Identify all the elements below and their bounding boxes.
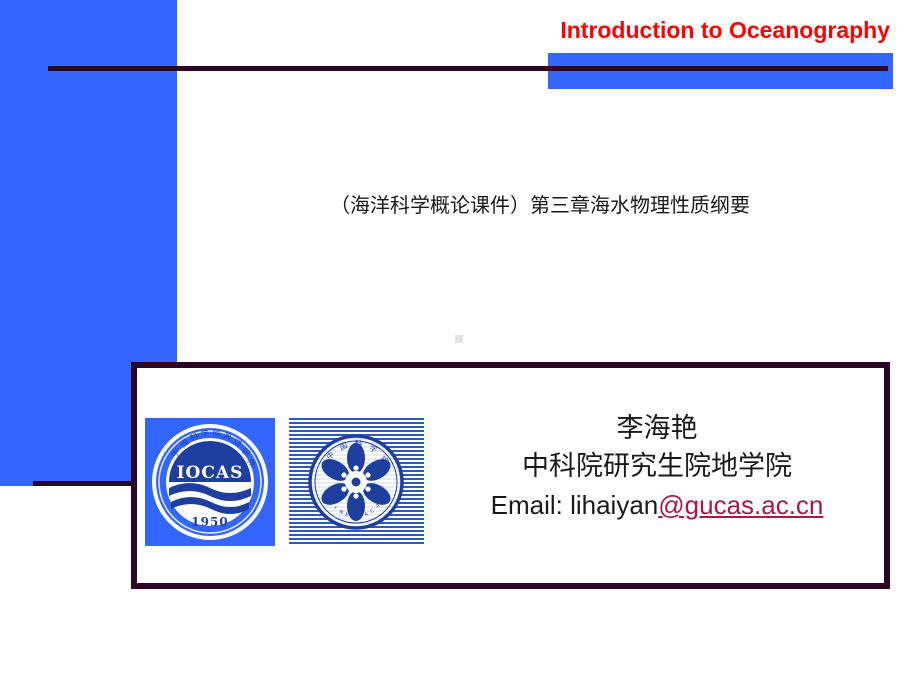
svg-text:科: 科 — [355, 438, 363, 448]
author-text-block: 李海艳 中科院研究生院地学院 Email: lihaiyan@gucas.ac.… — [437, 410, 877, 524]
svg-text:海: 海 — [223, 430, 233, 441]
svg-text:S: S — [351, 514, 354, 520]
svg-text:IOCAS: IOCAS — [177, 463, 244, 483]
top-horizontal-rule — [48, 66, 888, 71]
author-email: Email: lihaiyan@gucas.ac.cn — [437, 486, 877, 524]
course-title: （海洋科学概论课件）第三章海水物理性质纲要 — [330, 193, 750, 217]
author-credits-box: IOCAS 1950 中 国 科 学 院 海 洋 研 所 中 国 科 学 院 C… — [131, 362, 890, 589]
header-blue-bar — [548, 53, 893, 89]
placeholder-mark — [455, 335, 463, 343]
author-name: 李海艳 — [616, 413, 698, 444]
author-affiliation: 中科院研究生院地学院 — [522, 451, 792, 482]
iocas-logo: IOCAS 1950 中 国 科 学 院 海 洋 研 所 — [145, 418, 275, 546]
svg-text:E: E — [357, 514, 361, 520]
cas-logo: 中 国 科 学 院 C H I N E S E A C A S — [289, 418, 424, 546]
svg-text:1950: 1950 — [191, 515, 228, 529]
svg-text:院: 院 — [212, 427, 221, 438]
email-label: Email: lihaiyan — [490, 490, 659, 520]
slide-canvas: Introduction to Oceanography （海洋科学概论课件）第… — [0, 0, 920, 690]
email-hyperlink[interactable]: @gucas.ac.cn — [658, 490, 823, 520]
page-title: Introduction to Oceanography — [560, 17, 890, 43]
svg-text:学: 学 — [200, 427, 210, 439]
